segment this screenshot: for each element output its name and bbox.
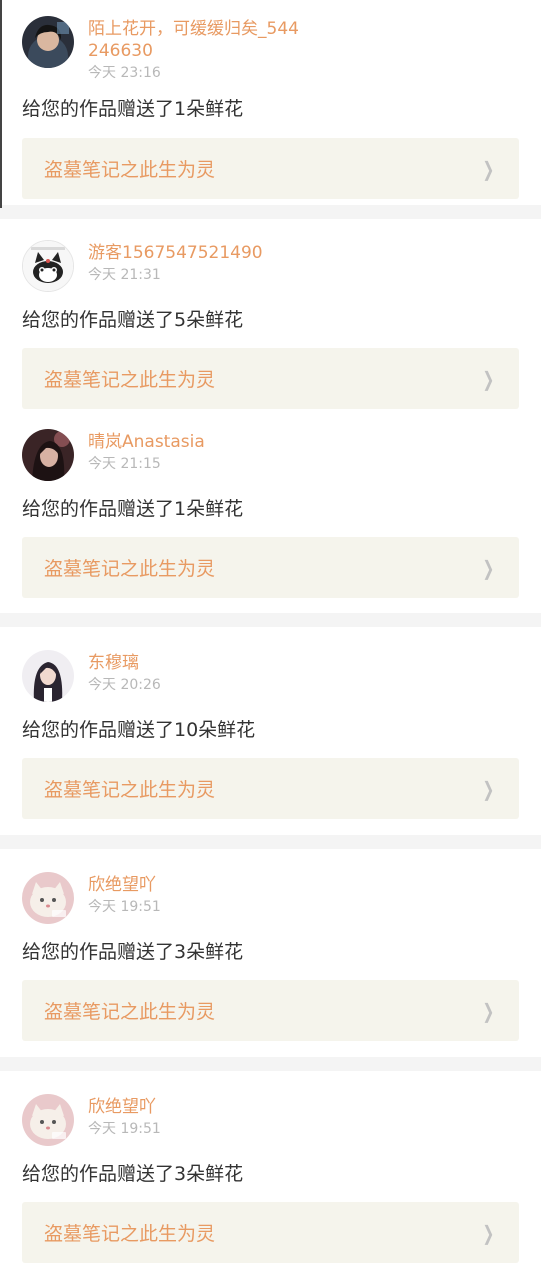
user-meta: 游客1567547521490 今天 21:31: [88, 240, 308, 285]
section-divider: [0, 1057, 541, 1071]
notification-item: 游客1567547521490 今天 21:31 给您的作品赠送了5朵鲜花 盗墓…: [0, 219, 541, 409]
avatar-cat-cartoon-icon: [23, 241, 73, 291]
work-card[interactable]: 盗墓笔记之此生为灵 ❯: [22, 348, 519, 409]
avatar-girl-dark-icon: [22, 429, 74, 481]
username[interactable]: 欣绝望吖: [88, 874, 308, 896]
avatar-girl-long-hair-icon: [22, 650, 74, 702]
timestamp: 今天 21:31: [88, 267, 161, 283]
work-title: 盗墓笔记之此生为灵: [44, 369, 216, 391]
avatar-white-cat-icon: [22, 1094, 74, 1146]
avatar-boy-dark-hair-icon: [22, 16, 74, 68]
avatar[interactable]: [22, 872, 74, 924]
notification-item: 欣绝望吖 今天 19:51 给您的作品赠送了3朵鲜花 盗墓笔记之此生为灵 ❯: [0, 1071, 541, 1263]
timestamp: 今天 23:16: [88, 65, 161, 81]
user-meta: 欣绝望吖 今天 19:51: [88, 1094, 308, 1139]
notification-feed: 陌上花开，可缓缓归矣_544246630 今天 23:16 给您的作品赠送了1朵…: [0, 0, 541, 1280]
gift-message: 给您的作品赠送了1朵鲜花: [22, 498, 244, 520]
notification-group: 欣绝望吖 今天 19:51 给您的作品赠送了3朵鲜花 盗墓笔记之此生为灵 ❯: [0, 849, 541, 1057]
timestamp: 今天 21:15: [88, 456, 161, 472]
notification-header: 陌上花开，可缓缓归矣_544246630 今天 23:16: [22, 2, 519, 83]
chevron-right-icon: ❯: [482, 156, 495, 181]
username[interactable]: 游客1567547521490: [88, 242, 308, 264]
chevron-right-icon: ❯: [482, 1220, 495, 1245]
gift-message: 给您的作品赠送了3朵鲜花: [22, 941, 244, 963]
work-title: 盗墓笔记之此生为灵: [44, 558, 216, 580]
timestamp: 今天 19:51: [88, 899, 161, 915]
avatar[interactable]: [22, 1094, 74, 1146]
notification-group: 欣绝望吖 今天 19:51 给您的作品赠送了3朵鲜花 盗墓笔记之此生为灵 ❯: [0, 1071, 541, 1263]
notification-header: 欣绝望吖 今天 19:51: [22, 849, 519, 924]
gift-message: 给您的作品赠送了3朵鲜花: [22, 1163, 244, 1185]
notification-header: 游客1567547521490 今天 21:31: [22, 219, 519, 292]
user-meta: 陌上花开，可缓缓归矣_544246630 今天 23:16: [88, 16, 308, 83]
avatar[interactable]: [22, 429, 74, 481]
work-title: 盗墓笔记之此生为灵: [44, 1223, 216, 1245]
chevron-right-icon: ❯: [482, 998, 495, 1023]
username[interactable]: 东穆璃: [88, 652, 308, 674]
username[interactable]: 陌上花开，可缓缓归矣_544246630: [88, 18, 308, 62]
gift-message: 给您的作品赠送了10朵鲜花: [22, 719, 256, 741]
notification-item: 欣绝望吖 今天 19:51 给您的作品赠送了3朵鲜花 盗墓笔记之此生为灵 ❯: [0, 849, 541, 1057]
notification-header: 欣绝望吖 今天 19:51: [22, 1071, 519, 1146]
work-card[interactable]: 盗墓笔记之此生为灵 ❯: [22, 1202, 519, 1263]
username[interactable]: 欣绝望吖: [88, 1096, 308, 1118]
work-card[interactable]: 盗墓笔记之此生为灵 ❯: [22, 138, 519, 199]
work-title: 盗墓笔记之此生为灵: [44, 779, 216, 801]
section-divider: [0, 835, 541, 849]
section-divider: [0, 613, 541, 627]
notification-group: 陌上花开，可缓缓归矣_544246630 今天 23:16 给您的作品赠送了1朵…: [0, 0, 541, 205]
user-meta: 东穆璃 今天 20:26: [88, 650, 308, 695]
notification-header: 东穆璃 今天 20:26: [22, 627, 519, 702]
chevron-right-icon: ❯: [482, 366, 495, 391]
notification-header: 晴岚Anastasia 今天 21:15: [22, 409, 519, 481]
timestamp: 今天 20:26: [88, 677, 161, 693]
timestamp: 今天 19:51: [88, 1121, 161, 1137]
notification-group: 东穆璃 今天 20:26 给您的作品赠送了10朵鲜花 盗墓笔记之此生为灵 ❯: [0, 627, 541, 835]
avatar-white-cat-icon: [22, 872, 74, 924]
notification-item: 陌上花开，可缓缓归矣_544246630 今天 23:16 给您的作品赠送了1朵…: [0, 0, 541, 205]
notification-item: 东穆璃 今天 20:26 给您的作品赠送了10朵鲜花 盗墓笔记之此生为灵 ❯: [0, 627, 541, 835]
avatar[interactable]: [22, 650, 74, 702]
user-meta: 欣绝望吖 今天 19:51: [88, 872, 308, 917]
notification-item: 晴岚Anastasia 今天 21:15 给您的作品赠送了1朵鲜花 盗墓笔记之此…: [0, 409, 541, 613]
gift-message: 给您的作品赠送了1朵鲜花: [22, 98, 244, 120]
chevron-right-icon: ❯: [482, 776, 495, 801]
section-divider: [0, 205, 541, 219]
user-meta: 晴岚Anastasia 今天 21:15: [88, 429, 308, 474]
gift-message: 给您的作品赠送了5朵鲜花: [22, 309, 244, 331]
avatar[interactable]: [22, 16, 74, 68]
work-card[interactable]: 盗墓笔记之此生为灵 ❯: [22, 537, 519, 598]
work-title: 盗墓笔记之此生为灵: [44, 159, 216, 181]
username[interactable]: 晴岚Anastasia: [88, 431, 308, 453]
work-card[interactable]: 盗墓笔记之此生为灵 ❯: [22, 980, 519, 1041]
avatar[interactable]: [22, 240, 74, 292]
chevron-right-icon: ❯: [482, 555, 495, 580]
notification-group: 游客1567547521490 今天 21:31 给您的作品赠送了5朵鲜花 盗墓…: [0, 219, 541, 613]
work-title: 盗墓笔记之此生为灵: [44, 1001, 216, 1023]
work-card[interactable]: 盗墓笔记之此生为灵 ❯: [22, 758, 519, 819]
